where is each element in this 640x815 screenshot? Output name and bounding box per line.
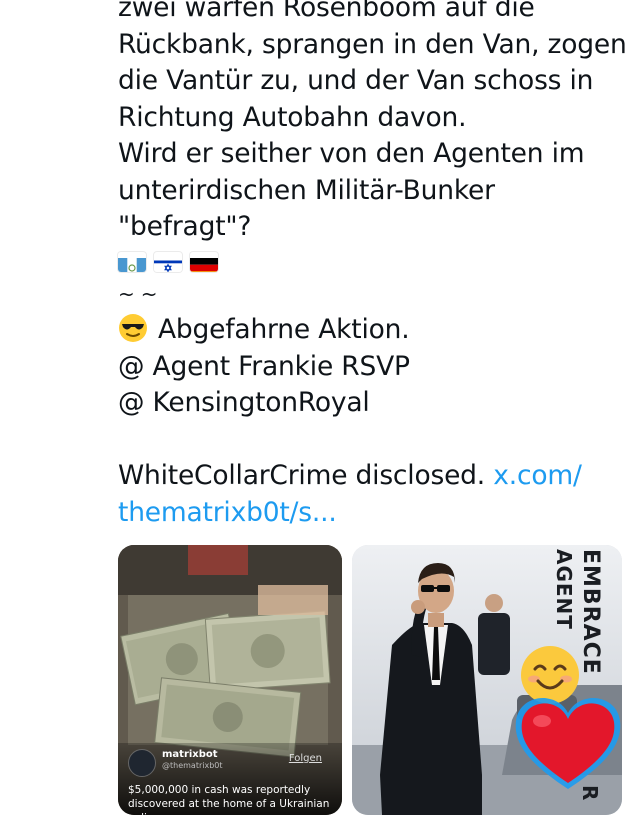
- caption-account-handle: @thematrixb0t: [162, 761, 223, 770]
- sunglasses-emoji-icon: [118, 313, 148, 343]
- caption-account-name: matrixbot: [162, 749, 218, 760]
- action-text: Abgefahrne Aktion.: [158, 314, 410, 345]
- tilde-line: ~ ~: [118, 281, 158, 306]
- israel-flag-icon: [154, 252, 182, 272]
- media-caption-overlay: matrixbot @thematrixb0t Folgen $5,000,00…: [118, 743, 342, 815]
- tweet-link-part2[interactable]: thematrixb0t/s...: [118, 495, 618, 532]
- disclosed-line: WhiteCollarCrime disclosed. x.com/: [118, 458, 618, 495]
- flag-emoji-row: [118, 250, 618, 274]
- action-line: Abgefahrne Aktion.: [118, 312, 618, 349]
- media-agent-photo[interactable]: EMBRACE AGENT R: [352, 545, 622, 815]
- tweet-line: die Vantür zu, und der Van schoss in: [118, 65, 594, 96]
- disclosed-text: WhiteCollarCrime disclosed.: [118, 460, 486, 491]
- red-heart-emoji-icon: [512, 693, 622, 793]
- tweet-body: zwei warfen Rosenboom auf die Rückbank, …: [118, 0, 627, 532]
- germany-flag-icon: [190, 252, 218, 272]
- guatemala-flag-icon: [118, 252, 146, 272]
- mention-agent-frankie[interactable]: @ Agent Frankie RSVP: [118, 349, 618, 386]
- mention-kensington-royal[interactable]: @ KensingtonRoyal: [118, 385, 618, 422]
- tweet-line: Richtung Autobahn davon.: [118, 101, 467, 133]
- tweet-line: "befragt"?: [118, 211, 252, 242]
- vertical-text-embrace: EMBRACE: [578, 549, 603, 675]
- avatar: [128, 749, 156, 777]
- tweet-link-part1[interactable]: x.com/: [493, 460, 582, 491]
- tweet-line: Wird er seither von den Agenten im: [118, 138, 585, 169]
- tweet-line: zwei warfen Rosenboom auf die: [118, 0, 535, 23]
- tweet-line: unterirdischen Militär-Bunker: [118, 174, 495, 206]
- follow-button[interactable]: Folgen: [289, 753, 322, 764]
- caption-text: $5,000,000 in cash was reportedly discov…: [128, 784, 330, 815]
- tweet-line: Rückbank, sprangen in den Van, zogen: [118, 28, 627, 60]
- vertical-text-agent: AGENT: [552, 549, 576, 630]
- media-cash-photo[interactable]: matrixbot @thematrixb0t Folgen $5,000,00…: [118, 545, 342, 815]
